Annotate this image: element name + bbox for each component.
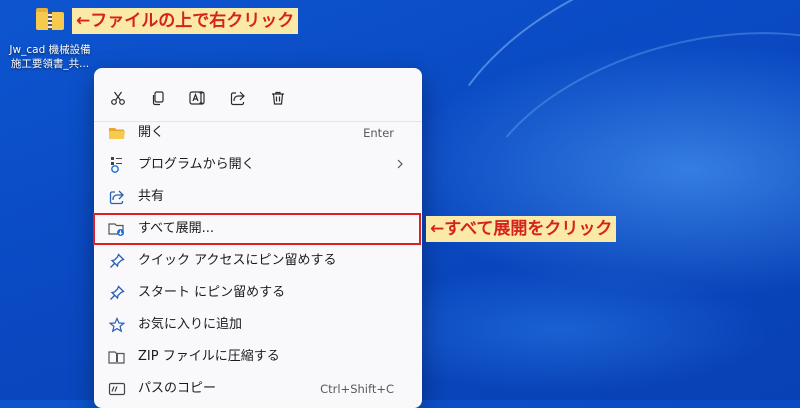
rename-icon: [189, 91, 205, 105]
zip-icon: [108, 348, 126, 366]
folder-open-icon: [108, 124, 126, 142]
extract-all-icon: [108, 220, 126, 238]
menu-item-shortcut: Ctrl+Shift+C: [320, 382, 394, 396]
right-click-callout: ←ファイルの上で右クリック: [72, 8, 299, 34]
cut-button[interactable]: [104, 84, 132, 112]
menu-item-label: お気に入りに追加: [138, 317, 243, 332]
copy-path-icon: [108, 380, 126, 398]
share-icon: [108, 188, 126, 206]
context-menu-toolbar: [94, 78, 422, 118]
delete-button[interactable]: [264, 84, 292, 112]
extract-all-callout: ←すべて展開をクリック: [426, 216, 617, 242]
copy-button[interactable]: [144, 84, 172, 112]
menu-item-label: ZIP ファイルに圧縮する: [138, 349, 280, 364]
menu-item-extract-all[interactable]: すべて展開...: [93, 213, 421, 245]
pin-icon: [108, 252, 126, 270]
share-button[interactable]: [224, 84, 252, 112]
cut-icon: [111, 91, 125, 105]
context-menu: 開く Enter プログラムから開く 共有 すべて展開... クイック アクセス…: [93, 68, 422, 408]
menu-item-label: 開く: [138, 125, 165, 140]
copy-icon: [152, 91, 164, 106]
desktop-icon-label: Jw_cad 機械設備 施工要領書_共...: [2, 43, 98, 71]
desktop-icon-label-line1: Jw_cad 機械設備: [9, 44, 91, 56]
menu-item-pin-quick-access[interactable]: クイック アクセスにピン留めする: [98, 246, 418, 276]
chevron-right-icon: [396, 156, 404, 175]
desktop-icon-label-line2: 施工要領書_共...: [10, 58, 90, 70]
menu-item-pin-start[interactable]: スタート にピン留めする: [98, 278, 418, 308]
menu-item-label: スタート にピン留めする: [138, 285, 286, 300]
menu-item-label: プログラムから開く: [138, 157, 255, 172]
pin-icon: [108, 284, 126, 302]
zip-folder-icon: [36, 8, 64, 30]
rename-button[interactable]: [184, 84, 212, 112]
menu-item-compress-zip[interactable]: ZIP ファイルに圧縮する: [98, 342, 418, 372]
menu-item-open-with[interactable]: プログラムから開く: [98, 150, 418, 180]
star-icon: [108, 316, 126, 334]
menu-item-share[interactable]: 共有: [98, 182, 418, 212]
menu-item-shortcut: Enter: [363, 126, 394, 140]
menu-item-label: 共有: [138, 189, 165, 204]
menu-item-label: クイック アクセスにピン留めする: [138, 253, 337, 268]
menu-item-add-favorites[interactable]: お気に入りに追加: [98, 310, 418, 340]
delete-icon: [272, 91, 284, 105]
share-icon: [230, 91, 245, 106]
open-with-icon: [108, 156, 126, 174]
menu-item-open[interactable]: 開く Enter: [98, 118, 418, 148]
menu-item-label: パスのコピー: [138, 381, 217, 396]
menu-item-label: すべて展開...: [138, 221, 214, 236]
